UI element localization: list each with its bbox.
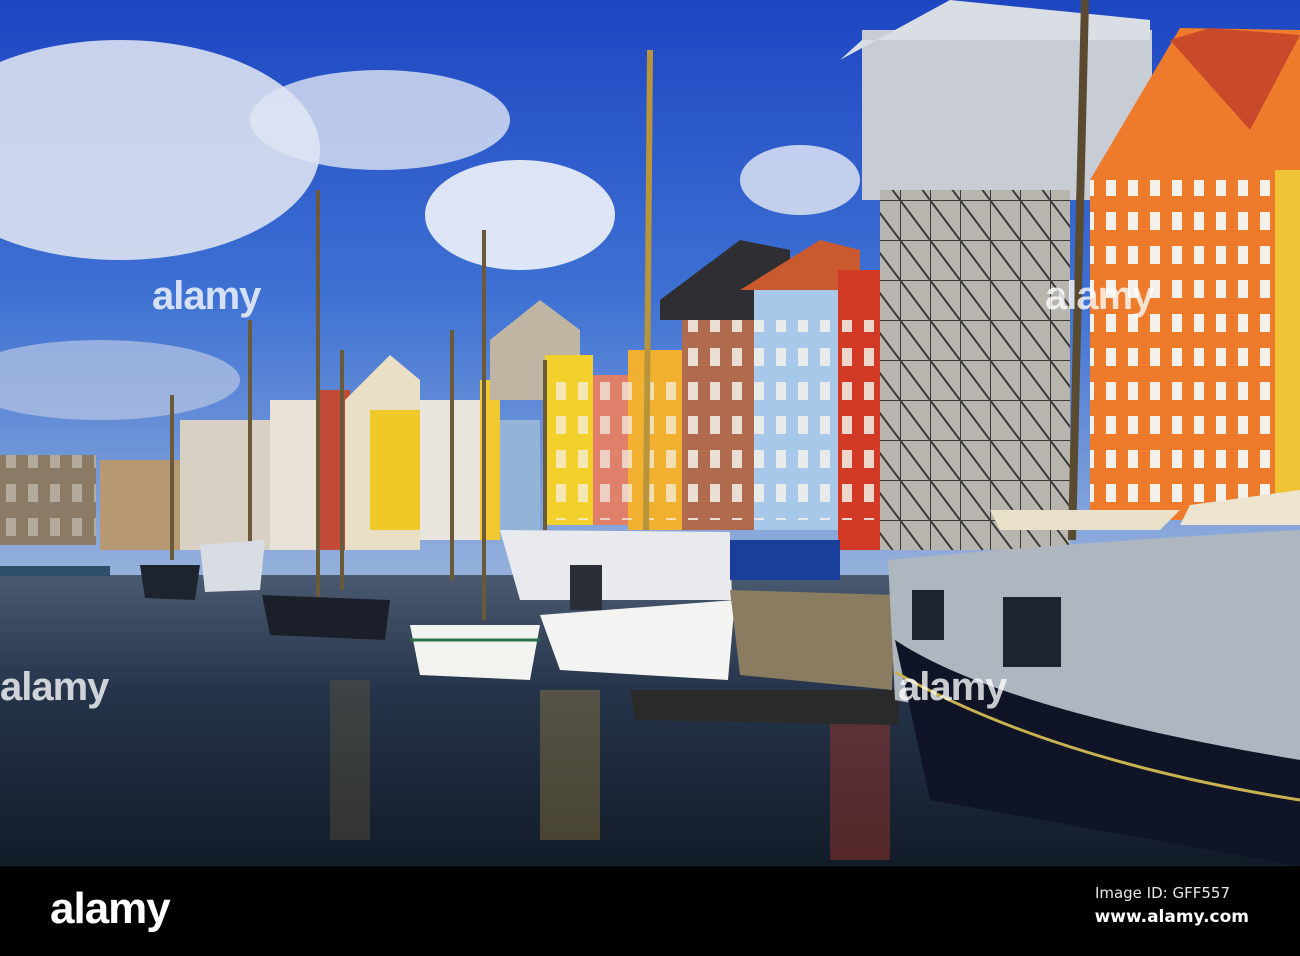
watermark: alamy [0,665,109,709]
watermark: alamy [152,274,261,318]
alamy-logo: alamy [50,884,171,933]
stock-photo: alamy alamy alamy alamy alamy Image ID: … [0,0,1300,956]
website-link: www.alamy.com [1094,907,1249,927]
footer-bar: alamy Image ID: GFF557 www.alamy.com [0,866,1300,956]
image-id: Image ID: GFF557 [1094,884,1230,902]
watermark: alamy [898,665,1007,709]
watermark: alamy [1045,274,1154,318]
nyhavn-canal-photo [0,0,1300,866]
